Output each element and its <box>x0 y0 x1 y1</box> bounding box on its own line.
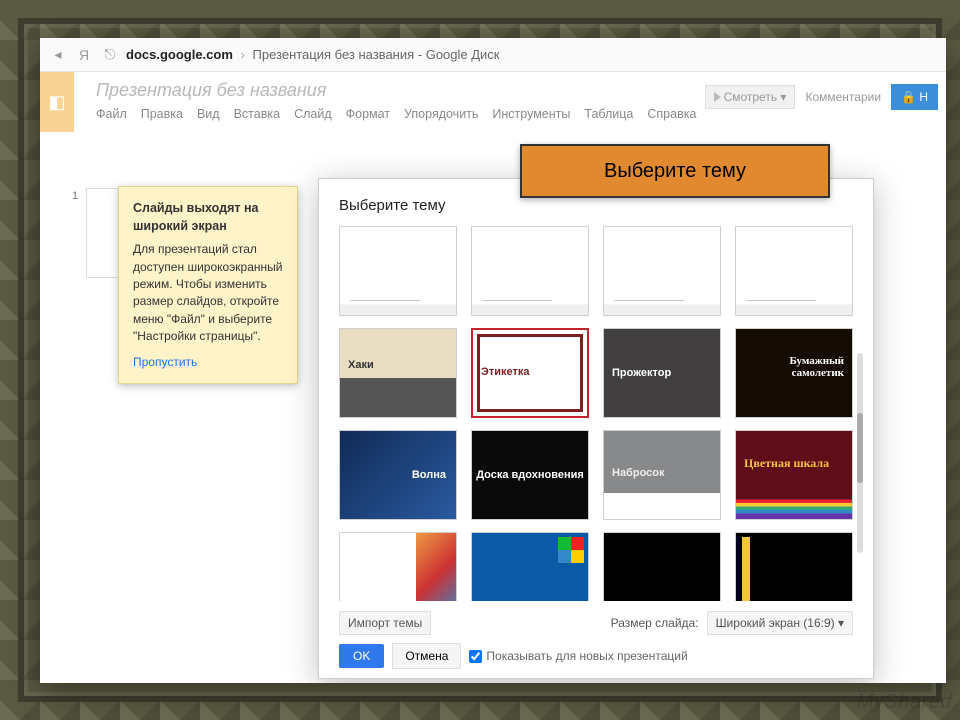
theme-item[interactable]: Цветная шкала <box>735 430 853 520</box>
theme-item[interactable]: Доска вдохновения <box>471 430 589 520</box>
menu-help[interactable]: Справка <box>647 107 696 121</box>
menu-edit[interactable]: Правка <box>141 107 183 121</box>
tip-title: Слайды выходят на широкий экран <box>133 199 283 235</box>
slide-size-select[interactable]: Широкий экран (16:9) ▾ <box>707 611 853 635</box>
menu-arrange[interactable]: Упорядочить <box>404 107 478 121</box>
menu-file[interactable]: Файл <box>96 107 127 121</box>
slide-size-label: Размер слайда: <box>611 616 699 630</box>
page-title: Презентация без названия - Google Диск <box>253 47 500 62</box>
comments-button[interactable]: Комментарии <box>805 90 881 104</box>
theme-item[interactable]: Хаки <box>339 328 457 418</box>
theme-item[interactable] <box>471 532 589 601</box>
theme-item-selected[interactable]: Этикетка <box>471 328 589 418</box>
watermark: MyShared <box>857 691 952 714</box>
url-sep: › <box>241 47 245 62</box>
dialog-actions: OK Отмена Показывать для новых презентац… <box>339 643 853 669</box>
ok-button[interactable]: OK <box>339 644 384 668</box>
widescreen-tip: Слайды выходят на широкий экран Для през… <box>118 186 298 384</box>
menu-slide[interactable]: Слайд <box>294 107 332 121</box>
tip-skip-link[interactable]: Пропустить <box>133 354 197 371</box>
menu-insert[interactable]: Вставка <box>234 107 280 121</box>
menu-format[interactable]: Формат <box>346 107 390 121</box>
yandex-icon[interactable]: Я <box>74 47 94 63</box>
theme-item[interactable]: Бумажный самолетик <box>735 328 853 418</box>
theme-item[interactable]: Вестерн <box>339 532 457 601</box>
menu-tools[interactable]: Инструменты <box>492 107 570 121</box>
show-for-new-checkbox[interactable]: Показывать для новых презентаций <box>469 649 687 663</box>
checkbox-input[interactable] <box>469 650 482 663</box>
menu-table[interactable]: Таблица <box>584 107 633 121</box>
app-rail: ◧ <box>40 72 74 132</box>
address-bar: ◂ Я ⎋ docs.google.com › Презентация без … <box>40 38 946 72</box>
share-button[interactable]: 🔒 Н <box>891 84 938 110</box>
browser-window: ◂ Я ⎋ docs.google.com › Презентация без … <box>40 38 946 683</box>
theme-item[interactable]: Волна <box>339 430 457 520</box>
slide-number: 1 <box>72 190 78 202</box>
theme-item[interactable]: Набросок <box>603 430 721 520</box>
url-text[interactable]: docs.google.com › Презентация без назван… <box>126 47 500 62</box>
top-right-controls: Смотреть ▾ Комментарии 🔒 Н <box>705 84 938 110</box>
theme-item[interactable] <box>471 226 589 316</box>
scrollbar[interactable] <box>857 353 863 553</box>
theme-item[interactable]: Прожектор <box>603 328 721 418</box>
url-host: docs.google.com <box>126 47 233 62</box>
import-theme-button[interactable]: Импорт темы <box>339 611 431 635</box>
dialog-title: Выберите тему <box>339 197 853 214</box>
theme-item[interactable] <box>603 226 721 316</box>
cancel-button[interactable]: Отмена <box>392 643 461 669</box>
annotation-callout: Выберите тему <box>520 144 830 198</box>
theme-item[interactable] <box>339 226 457 316</box>
tip-body: Для презентаций стал доступен широкоэкра… <box>133 241 283 345</box>
theme-item[interactable] <box>603 532 721 601</box>
play-icon <box>714 92 721 102</box>
theme-dialog: Выберите тему Хаки Этикетка Прожектор Бу… <box>318 178 874 679</box>
present-button[interactable]: Смотреть ▾ <box>705 85 796 109</box>
theme-grid: Хаки Этикетка Прожектор Бумажный самолет… <box>339 226 853 601</box>
back-icon[interactable]: ◂ <box>48 46 68 63</box>
theme-item[interactable] <box>735 532 853 601</box>
dialog-footer: Импорт темы Размер слайда: Широкий экран… <box>339 601 853 635</box>
theme-item[interactable] <box>735 226 853 316</box>
lock-icon: ⎋ <box>100 46 120 63</box>
menu-view[interactable]: Вид <box>197 107 220 121</box>
